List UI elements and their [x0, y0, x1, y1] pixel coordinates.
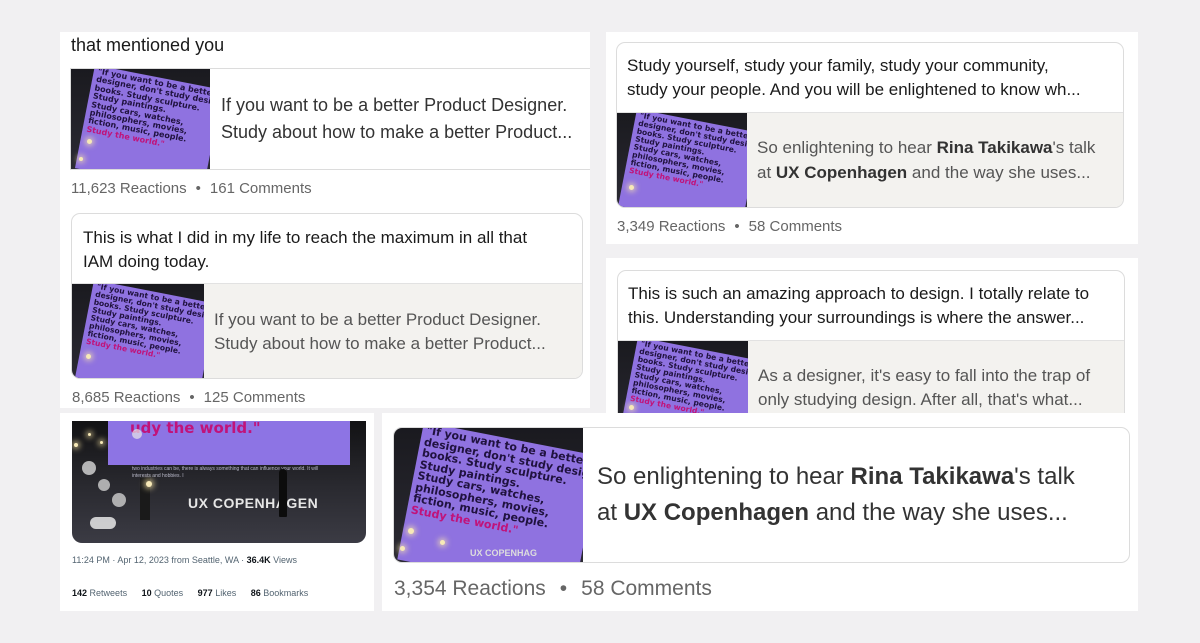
stage-light	[146, 481, 152, 487]
post-panel-4: This is such an amazing approach to desi…	[606, 258, 1138, 413]
shared-post-text-1: As a designer, it's easy to fall into th…	[758, 366, 1091, 385]
post-stats: 3,354 Reactions • 58 Comments	[394, 577, 712, 600]
stage-sign: UX COPENHAGEN	[188, 495, 319, 511]
shared-post-text-2: Study about how to make a better Product…	[214, 334, 546, 353]
slide-image: "If you want to be a better designer, don…	[74, 69, 210, 169]
stage-light	[86, 354, 91, 359]
slide-image: "If you want to be a better designer, don…	[397, 428, 583, 562]
shared-post-text-2: at UX Copenhagen and the way she uses...	[597, 499, 1068, 526]
comments-count[interactable]: 161 Comments	[210, 180, 312, 197]
quote-post-card[interactable]: Study yourself, study your family, study…	[616, 42, 1124, 208]
quote-text-2: study your people. And you will be enlig…	[627, 80, 1081, 99]
post-stats: 8,685 Reactions • 125 Comments	[72, 389, 306, 406]
quote-text-2: IAM doing today.	[83, 252, 210, 271]
slide-image: "If you want to be a better designer, don…	[617, 113, 747, 207]
post-stats: 11,623 Reactions • 161 Comments	[71, 180, 312, 197]
post-thumbnail: "If you want to be a better designer, don…	[618, 341, 748, 413]
shared-post-text-2: at UX Copenhagen and the way she uses...	[757, 163, 1091, 182]
post-panel-6: "If you want to be a better designer, don…	[382, 413, 1138, 611]
tweet-panel: udy the world." two industries can be, t…	[60, 413, 374, 611]
stage-light	[79, 157, 83, 161]
stage-light	[74, 443, 78, 447]
slide-image: "If you want to be a better designer, don…	[618, 341, 748, 413]
stage-sign: UX COPENHAG	[470, 548, 538, 558]
flowers	[90, 517, 116, 529]
shared-post[interactable]: "If you want to be a better designer, don…	[618, 340, 1124, 413]
shared-post-text-2: Study about how to make a better Product…	[221, 122, 573, 142]
stage-light	[112, 493, 126, 507]
post-stats: 3,349 Reactions • 58 Comments	[617, 218, 843, 235]
stage-light	[400, 546, 405, 551]
quote-text-2: this. Understanding your surroundings is…	[628, 308, 1085, 327]
quote-text-1: This is what I did in my life to reach t…	[83, 228, 528, 247]
tweet-media[interactable]: udy the world." two industries can be, t…	[72, 421, 366, 543]
reactions-count[interactable]: 11,623 Reactions	[71, 180, 187, 197]
stage-light	[82, 461, 96, 475]
shared-post-text-1: If you want to be a better Product Desig…	[221, 95, 568, 115]
shared-post[interactable]: "If you want to be a better designer, don…	[617, 112, 1123, 207]
stage-light	[629, 185, 634, 190]
shared-post[interactable]: "If you want to be a better designer, don…	[72, 283, 582, 378]
retweets-stat[interactable]: 142 Retweets	[72, 588, 127, 598]
stage-light	[408, 528, 414, 534]
quote-text-1: Study yourself, study your family, study…	[627, 56, 1049, 75]
shared-post-text-1: So enlightening to hear Rina Takikawa's …	[597, 463, 1075, 490]
stage-light	[100, 441, 103, 444]
stage-light	[98, 479, 110, 491]
tweet-stats: 142 Retweets 10 Quotes 977 Likes 86 Book…	[72, 588, 308, 598]
bookmarks-stat[interactable]: 86 Bookmarks	[251, 588, 309, 598]
speaker	[279, 469, 287, 517]
quotes-stat[interactable]: 10 Quotes	[142, 588, 184, 598]
comments-count[interactable]: 58 Comments	[581, 577, 712, 600]
reactions-count[interactable]: 3,354 Reactions	[394, 577, 546, 600]
slide-text: udy the world."	[130, 421, 261, 437]
stage-light	[440, 540, 445, 545]
comments-count[interactable]: 125 Comments	[204, 389, 306, 406]
shared-post-card[interactable]: "If you want to be a better designer, don…	[393, 427, 1130, 563]
stage-light	[88, 433, 91, 436]
stage-subtitle: two industries can be, there is always s…	[132, 466, 319, 479]
reactions-count[interactable]: 3,349 Reactions	[617, 218, 725, 235]
reactions-count[interactable]: 8,685 Reactions	[72, 389, 180, 406]
slide-screen: udy the world."	[108, 421, 350, 465]
post-thumbnail: "If you want to be a better designer, don…	[394, 428, 583, 562]
shared-post-card[interactable]: "If you want to be a better designer, don…	[70, 68, 590, 170]
quote-post-card[interactable]: This is what I did in my life to reach t…	[71, 213, 583, 379]
quote-post-card[interactable]: This is such an amazing approach to desi…	[617, 270, 1125, 413]
post-panel-1: that mentioned you "If you want to be a …	[60, 32, 590, 207]
post-panel-3: Study yourself, study your family, study…	[606, 32, 1138, 244]
stage-light	[87, 139, 92, 144]
shared-post-text-1: So enlightening to hear Rina Takikawa's …	[757, 138, 1096, 157]
quote-text-1: This is such an amazing approach to desi…	[628, 284, 1090, 303]
stage-light	[629, 405, 634, 410]
slide-image: "If you want to be a better designer, don…	[74, 284, 204, 378]
post-thumbnail: "If you want to be a better designer, don…	[617, 113, 747, 207]
likes-stat[interactable]: 977 Likes	[198, 588, 237, 598]
shared-post-text-2: only studying design. After all, that's …	[758, 390, 1083, 409]
notification-header: that mentioned you	[71, 35, 225, 55]
shared-post-text-1: If you want to be a better Product Desig…	[214, 310, 541, 329]
post-thumbnail: "If you want to be a better designer, don…	[71, 69, 210, 169]
tweet-meta: 11:24 PM · Apr 12, 2023 from Seattle, WA…	[72, 555, 297, 565]
comments-count[interactable]: 58 Comments	[749, 218, 842, 235]
post-panel-2: This is what I did in my life to reach t…	[60, 207, 590, 408]
post-thumbnail: "If you want to be a better designer, don…	[72, 284, 204, 378]
stage-light	[132, 429, 142, 439]
